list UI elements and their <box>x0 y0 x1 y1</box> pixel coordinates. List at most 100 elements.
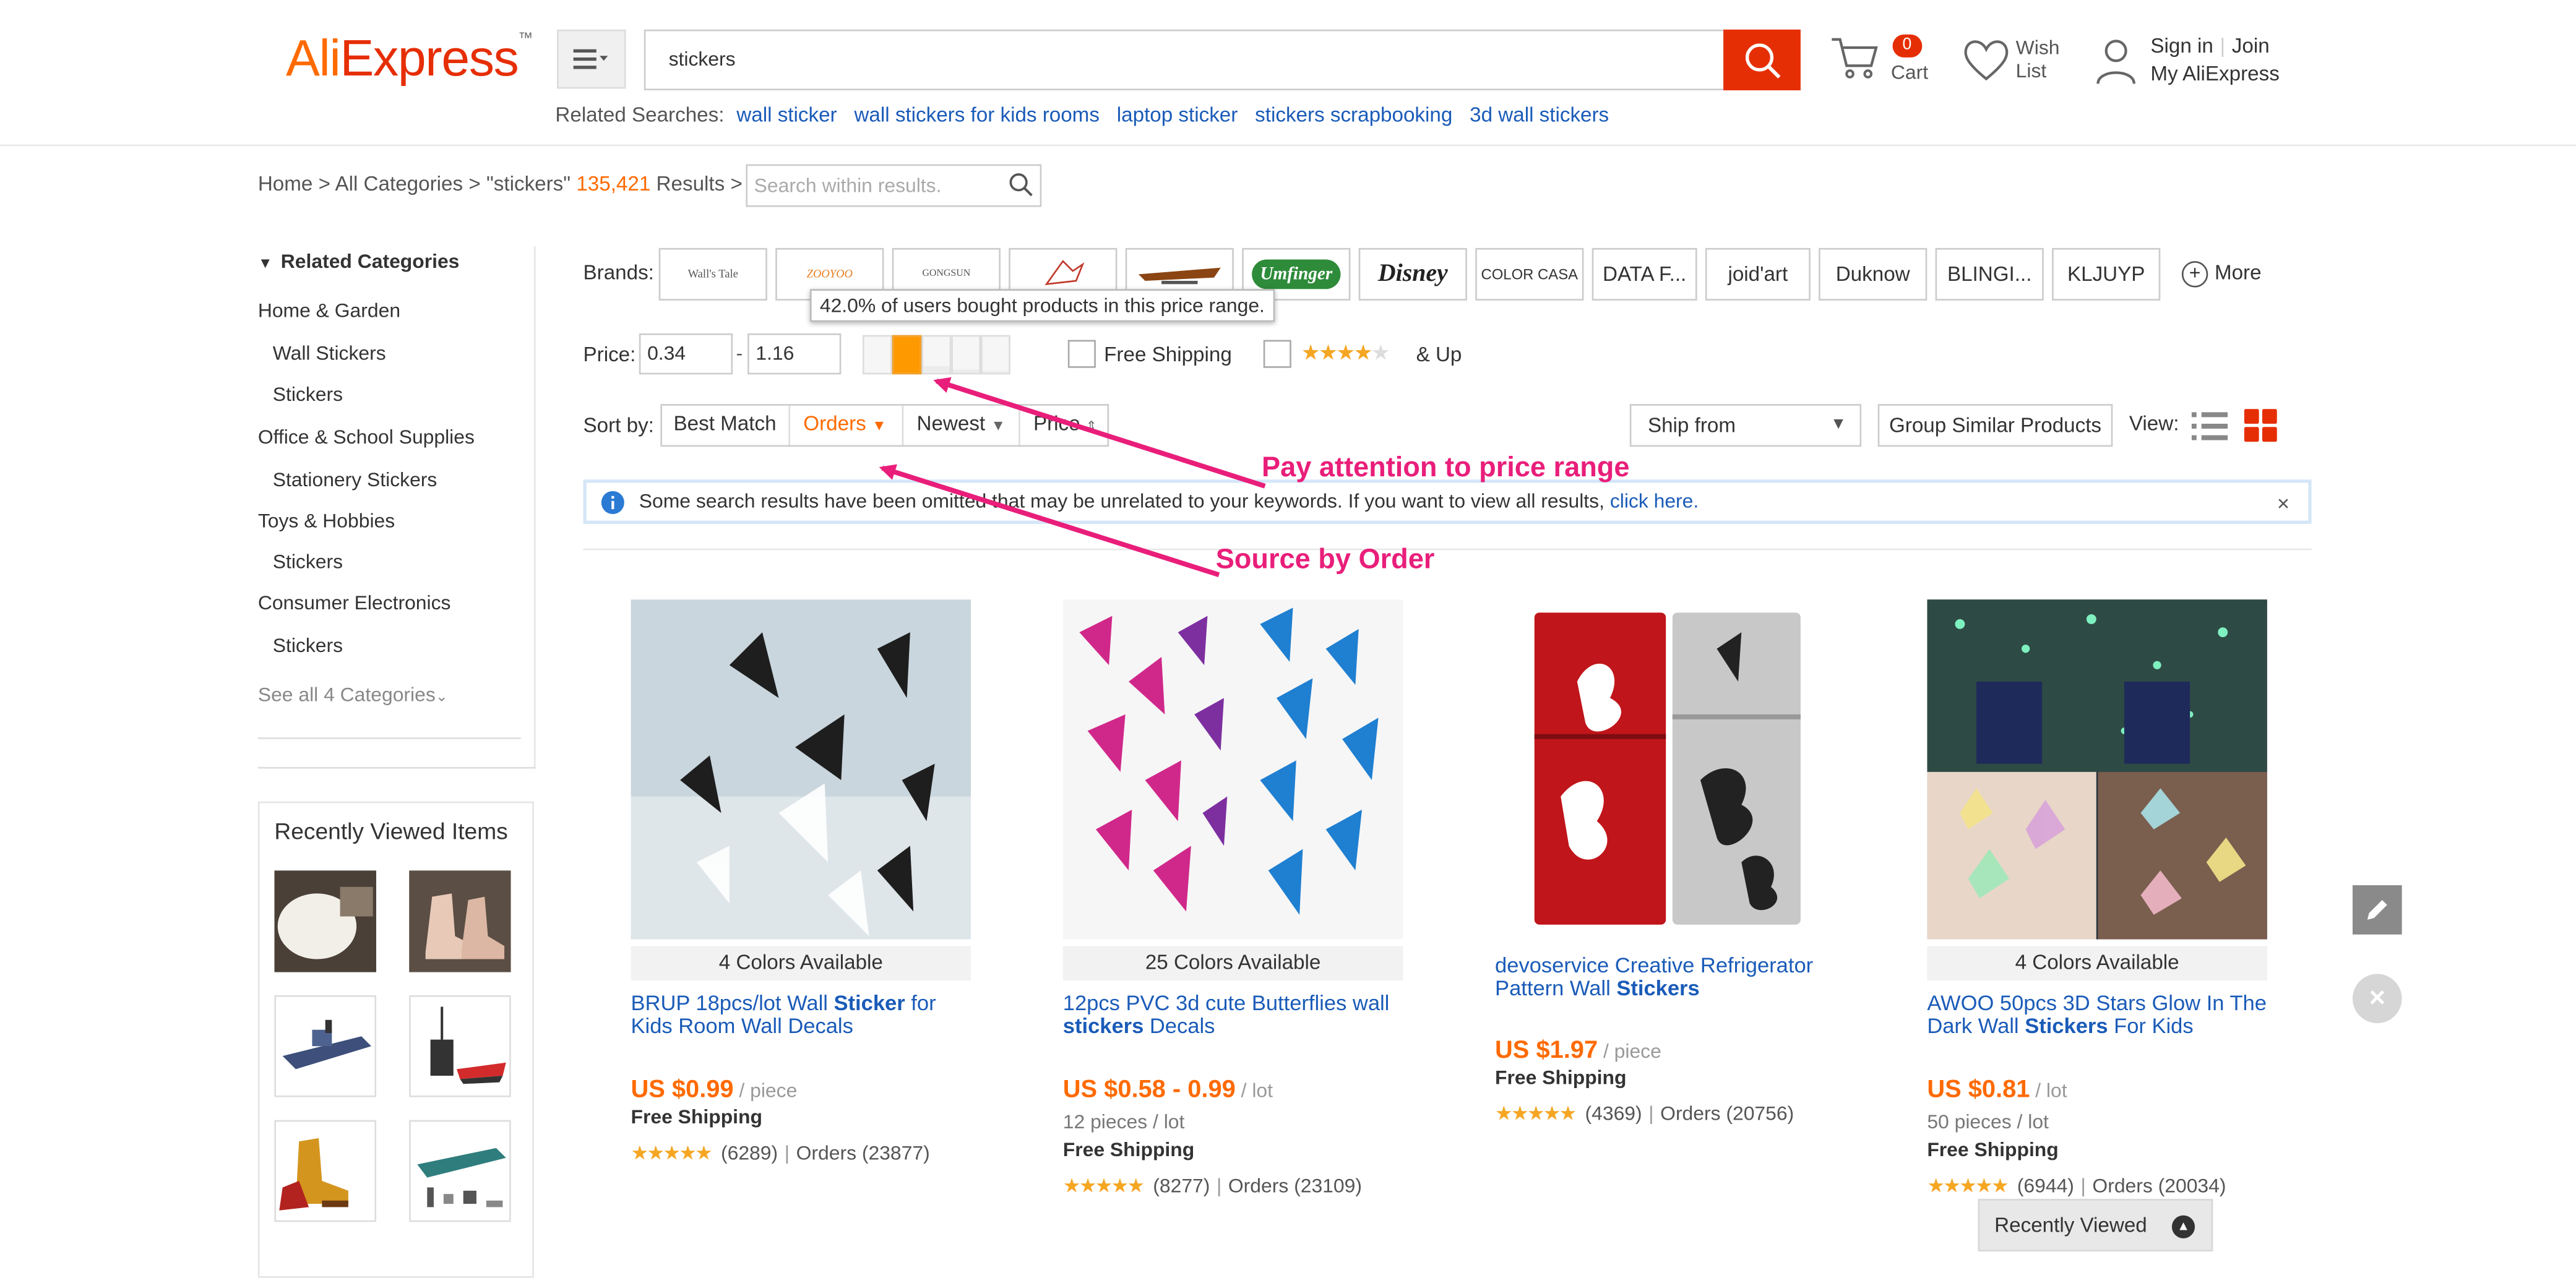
free-shipping-checkbox[interactable] <box>1067 340 1096 368</box>
my-aliexpress-link[interactable]: My AliExpress <box>2150 62 2279 85</box>
category-link[interactable]: Toys & Hobbies <box>258 509 395 532</box>
subcategory-link[interactable]: Stationery Stickers <box>273 468 437 491</box>
price-unit: / piece <box>733 1079 798 1102</box>
brand-filter-button[interactable]: Wall's Tale <box>658 247 767 301</box>
review-count[interactable]: (6289) <box>721 1141 778 1164</box>
brand-filter-button[interactable]: joid'art <box>1705 247 1811 301</box>
list-view-icon[interactable] <box>2191 409 2228 447</box>
product-image[interactable] <box>1495 599 1835 940</box>
wish-list-link[interactable]: Wish List <box>2016 36 2082 82</box>
price-histogram-bar[interactable] <box>951 335 981 375</box>
related-search-link[interactable]: wall stickers for kids rooms <box>854 103 1100 126</box>
subcategory-link[interactable]: Stickers <box>273 383 343 406</box>
product-image[interactable] <box>1062 599 1403 940</box>
search-input[interactable]: stickers <box>644 29 1725 91</box>
click-here-link[interactable]: click here. <box>1610 489 1699 512</box>
price-max-input[interactable]: 1.16 <box>747 333 842 375</box>
breadcrumb-all-categories[interactable]: All Categories <box>335 173 463 195</box>
close-icon[interactable]: × <box>2277 491 2290 516</box>
product-title-link[interactable]: AWOO 50pcs 3D Stars Glow In The Dark Wal… <box>1927 991 2272 1038</box>
sort-price[interactable]: Price ⇕ <box>1033 412 1097 435</box>
sort-orders-label: Orders <box>803 412 866 435</box>
brand-filter-button[interactable]: COLOR CASA <box>1475 247 1584 301</box>
price-histogram-bar[interactable] <box>921 335 952 375</box>
product-title-keyword: stickers <box>1062 1013 1144 1038</box>
review-count[interactable]: (6944) <box>2017 1174 2074 1197</box>
recently-viewed-toggle[interactable]: Recently Viewed ▲ <box>1978 1199 2213 1252</box>
price-value: US $0.81 <box>1927 1076 2030 1104</box>
search-icon[interactable] <box>1009 173 1033 202</box>
cart-icon[interactable] <box>1829 33 1881 87</box>
price-unit: / lot <box>2030 1079 2067 1102</box>
product-title-link[interactable]: devoservice Creative Refrigerator Patter… <box>1495 953 1840 1000</box>
category-link[interactable]: Consumer Electronics <box>258 591 451 614</box>
category-link[interactable]: Home & Garden <box>258 299 400 322</box>
see-all-categories-link[interactable]: See all 4 Categories⌄ <box>258 683 448 706</box>
brand-filter-button[interactable]: BLINGI... <box>1935 247 2044 301</box>
price-label: Price: <box>583 343 636 367</box>
aliexpress-logo[interactable]: AliExpress™ <box>286 30 533 89</box>
subcategory-link[interactable]: Stickers <box>273 634 343 657</box>
recent-item-thumbnail[interactable] <box>274 1120 376 1222</box>
ship-from-select[interactable]: Ship from ▼ <box>1629 404 1862 447</box>
recent-item-thumbnail[interactable] <box>274 870 376 972</box>
subcategory-link[interactable]: Stickers <box>273 550 343 573</box>
rating-separator: | <box>1216 1174 1222 1198</box>
breadcrumb-home[interactable]: Home <box>258 173 313 195</box>
join-link[interactable]: Join <box>2232 35 2270 58</box>
category-menu-button[interactable] <box>557 29 626 89</box>
recent-item-thumbnail[interactable] <box>409 1120 511 1222</box>
user-icon[interactable] <box>2095 36 2137 90</box>
brand-filter-button[interactable]: DATA F... <box>1592 247 1697 301</box>
close-icon[interactable]: × <box>2352 974 2402 1024</box>
review-count[interactable]: (4369) <box>1585 1102 1642 1125</box>
breadcrumb-sep: > <box>730 172 743 195</box>
subcategory-link[interactable]: Wall Stickers <box>273 341 386 364</box>
product-title-link[interactable]: BRUP 18pcs/lot Wall Sticker for Kids Roo… <box>631 991 976 1038</box>
product-rating: ★★★★★ (6944) | Orders (20034) <box>1927 1174 2226 1197</box>
related-search-link[interactable]: wall sticker <box>736 103 837 126</box>
sort-best-match[interactable]: Best Match <box>674 412 777 435</box>
brand-filter-button[interactable]: KLJUYP <box>2052 247 2161 301</box>
order-count[interactable]: Orders (23877) <box>796 1141 930 1164</box>
product-image[interactable] <box>1927 599 2267 940</box>
product-title-link[interactable]: 12pcs PVC 3d cute Butterflies wall stick… <box>1062 991 1408 1038</box>
sign-in-link[interactable]: Sign in <box>2150 35 2213 58</box>
order-count[interactable]: Orders (23109) <box>1228 1174 1362 1197</box>
related-search-link[interactable]: stickers scrapbooking <box>1255 103 1452 126</box>
price-histogram-bar[interactable] <box>892 335 922 375</box>
product-title-keyword: Stickers <box>1616 976 1700 1000</box>
rating-checkbox[interactable] <box>1263 340 1291 368</box>
cart-link[interactable]: Cart <box>1891 61 1928 84</box>
brand-filter-button[interactable]: Disney <box>1358 247 1467 301</box>
price-min-input[interactable]: 0.34 <box>639 333 733 375</box>
related-search-link[interactable]: laptop sticker <box>1117 103 1238 126</box>
order-count[interactable]: Orders (20034) <box>2092 1174 2226 1197</box>
notice-text: Some search results have been omitted th… <box>639 489 1699 512</box>
price-histogram-bar[interactable] <box>862 335 892 375</box>
search-button[interactable] <box>1723 29 1801 91</box>
order-count[interactable]: Orders (20756) <box>1660 1102 1794 1125</box>
product-image[interactable] <box>631 599 971 940</box>
sort-newest[interactable]: Newest ▼ <box>916 412 1006 435</box>
review-count[interactable]: (8277) <box>1153 1174 1210 1197</box>
price-histogram-bar[interactable] <box>981 335 1010 375</box>
more-brands-button[interactable]: + More <box>2181 261 2262 288</box>
heart-icon[interactable] <box>1962 36 2011 87</box>
brand-filter-button[interactable]: Duknow <box>1819 247 1928 301</box>
recent-item-thumbnail[interactable] <box>409 995 511 1097</box>
recent-item-thumbnail[interactable] <box>409 870 511 972</box>
free-shipping-label: Free Shipping <box>1927 1138 2059 1162</box>
group-similar-button[interactable]: Group Similar Products <box>1877 404 2113 447</box>
category-link[interactable]: Office & School Supplies <box>258 426 475 448</box>
sort-orders[interactable]: Orders ▼ <box>803 412 886 435</box>
brand-logo-text: ZOOYOO <box>806 267 853 281</box>
recent-item-thumbnail[interactable] <box>274 995 376 1097</box>
search-icon <box>1744 43 1780 78</box>
search-within-input[interactable]: Search within results. <box>746 164 1042 207</box>
related-categories-heading[interactable]: ▼ Related Categories <box>258 250 460 273</box>
recently-viewed-label: Recently Viewed <box>1994 1214 2147 1237</box>
related-search-link[interactable]: 3d wall stickers <box>1470 103 1609 126</box>
feedback-button[interactable] <box>2352 885 2402 935</box>
grid-view-icon[interactable] <box>2244 409 2277 447</box>
